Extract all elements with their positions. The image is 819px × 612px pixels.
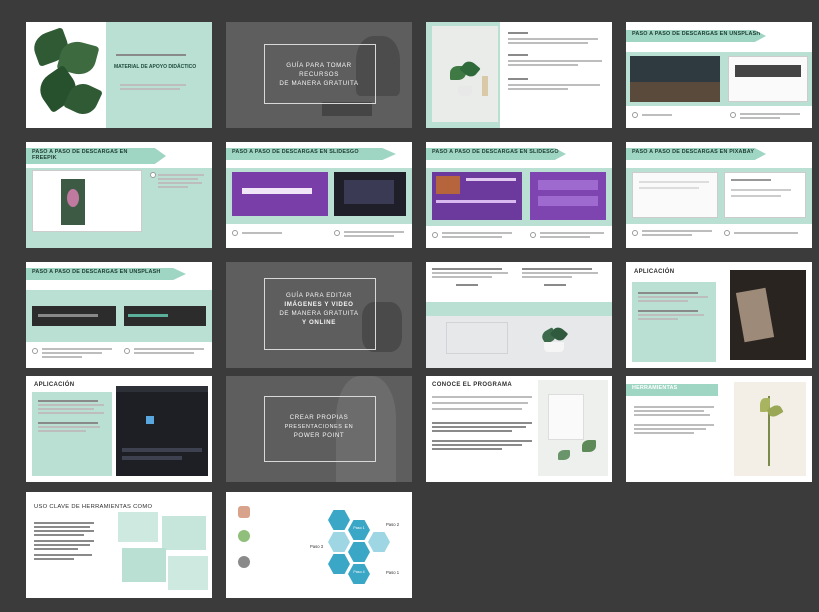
slide-10-line-2: IMÁGENES Y VIDEO (284, 301, 354, 308)
slide-thumbnail-11[interactable] (426, 262, 612, 368)
slide-18-hex-2: Paso 1 (348, 520, 370, 540)
slide-9-screenshot-a (32, 306, 116, 326)
slide-17-collage-1 (118, 512, 158, 542)
slide-12-dark-photo (730, 270, 806, 360)
slide-2-line-3: DE MANERA GRATUITA (279, 80, 359, 87)
slide-thumbnail-7[interactable]: PASO A PASO DE DESCARGAS EN SLIDESGO (426, 142, 612, 248)
slide-thumbnail-4[interactable]: PASO A PASO DE DESCARGAS EN UNSPLASH (626, 22, 812, 128)
slide-13-editor-screenshot (116, 386, 208, 476)
slide-thumbnail-9[interactable]: PASO A PASO DE DESCARGAS EN UNSPLASH (26, 262, 212, 368)
slide-3-plant-photo (432, 26, 498, 122)
slide-grid: MATERIAL DE APOYO DIDÁCTICO GUÍA PARA TO… (26, 22, 816, 602)
slide-8-screenshot-a (632, 172, 718, 218)
slide-13-title: APLICACIÓN (34, 382, 75, 388)
slide-18-hex-3 (328, 532, 350, 552)
slide-1-mint-panel (106, 22, 212, 128)
slide-17-collage-3 (122, 548, 166, 582)
slide-7-banner: PASO A PASO DE DESCARGAS EN SLIDESGO (426, 148, 566, 160)
slide-10-line-4: Y ONLINE (302, 319, 336, 326)
slide-thumbnail-12[interactable]: APLICACIÓN (626, 262, 812, 368)
slide-5-screenshot (32, 170, 142, 232)
slide-18-icon-1 (238, 506, 250, 518)
slide-2-line-1: GUÍA PARA TOMAR (286, 62, 352, 69)
slide-17-title: USO CLAVE DE HERRAMIENTAS COMO (34, 504, 153, 510)
top-bar (0, 0, 819, 20)
slide-18-icon-3 (238, 556, 250, 568)
slide-thumbnail-2[interactable]: GUÍA PARA TOMAR RECURSOS DE MANERA GRATU… (226, 22, 412, 128)
slide-17-collage-4 (168, 556, 208, 590)
slide-11-mint-strip (426, 302, 612, 316)
slide-9-screenshot-b (124, 306, 206, 326)
slide-14-line-1: CREAR PROPIAS (289, 414, 349, 421)
slide-2-bg-laptop (322, 102, 372, 116)
slide-9-banner: PASO A PASO DE DESCARGAS EN UNSPLASH (26, 268, 186, 280)
slide-thumbnail-14[interactable]: CREAR PROPIAS PRESENTACIONES EN POWER PO… (226, 376, 412, 482)
slide-18-hex-1 (328, 510, 350, 530)
slide-16-wheat-photo (734, 382, 806, 476)
slide-10-line-3: DE MANERA GRATUITA (279, 310, 359, 317)
slide-18-hex-4 (348, 542, 370, 562)
slide-18-label-paso-1: Paso 1 (386, 570, 400, 575)
slide-thumbnail-8[interactable]: PASO A PASO DE DESCARGAS EN PIXABAY (626, 142, 812, 248)
monstera-leaves-image (29, 27, 104, 122)
slide-7-screenshot-b (530, 172, 606, 220)
slide-thumbnail-17[interactable]: USO CLAVE DE HERRAMIENTAS COMO (26, 492, 212, 598)
slide-4-banner: PASO A PASO DE DESCARGAS EN UNSPLASH (626, 30, 766, 42)
slide-18-hex-6: Paso 4 (348, 564, 370, 584)
slide-15-title: CONOCE EL PROGRAMA (432, 382, 513, 388)
slide-4-screenshot-b (728, 56, 808, 102)
slide-18-label-paso-3: Paso 3 (310, 544, 324, 549)
slide-18-icon-2 (238, 530, 250, 542)
slide-6-screenshot-b (334, 172, 406, 216)
slide-thumbnail-13[interactable]: APLICACIÓN (26, 376, 212, 482)
slide-thumbnail-10[interactable]: GUÍA PARA EDITAR IMÁGENES Y VIDEO DE MAN… (226, 262, 412, 368)
slide-thumbnail-5[interactable]: PASO A PASO DE DESCARGAS EN FREEPIK (26, 142, 212, 248)
slide-8-screenshot-b (724, 172, 806, 218)
slide-18-label-paso-2: Paso 2 (386, 522, 400, 527)
slide-5-banner: PASO A PASO DE DESCARGAS EN FREEPIK (26, 148, 166, 164)
slide-8-banner: PASO A PASO DE DESCARGAS EN PIXABAY (626, 148, 766, 160)
slide-thumbnail-18[interactable]: Paso 1 Paso 4 Paso 2 Paso 3 Paso 1 (226, 492, 412, 598)
slide-10-line-1: GUÍA PARA EDITAR (285, 292, 353, 299)
slide-thumbnail-1[interactable]: MATERIAL DE APOYO DIDÁCTICO (26, 22, 212, 128)
slide-7-screenshot-a (432, 172, 522, 220)
slide-12-title: APLICACIÓN (634, 269, 675, 275)
slide-14-line-2: PRESENTACIONES EN (284, 424, 354, 430)
slide-14-line-3: POWER POINT (293, 432, 345, 439)
slide-thumbnail-15[interactable]: CONOCE EL PROGRAMA (426, 376, 612, 482)
slide-6-screenshot-a (232, 172, 328, 216)
slide-15-desk-photo (538, 380, 608, 476)
slide-thumbnail-6[interactable]: PASO A PASO DE DESCARGAS EN SLIDESGO (226, 142, 412, 248)
slide-17-collage-2 (162, 516, 206, 550)
slide-1-title: MATERIAL DE APOYO DIDÁCTICO (114, 64, 197, 70)
slide-11-succulent-photo (426, 316, 612, 368)
slide-6-banner: PASO A PASO DE DESCARGAS EN SLIDESGO (226, 148, 396, 160)
slide-12-mint-panel (632, 282, 716, 362)
slide-18-hex-7 (368, 532, 390, 552)
slide-16-banner: HERRAMIENTAS (626, 384, 718, 396)
slide-sorter-window: MATERIAL DE APOYO DIDÁCTICO GUÍA PARA TO… (0, 0, 819, 612)
slide-thumbnail-3[interactable] (426, 22, 612, 128)
slide-4-screenshot-a (630, 56, 720, 102)
slide-2-line-2: RECURSOS (299, 71, 339, 78)
slide-thumbnail-16[interactable]: HERRAMIENTAS (626, 376, 812, 482)
slide-18-hex-5 (328, 554, 350, 574)
